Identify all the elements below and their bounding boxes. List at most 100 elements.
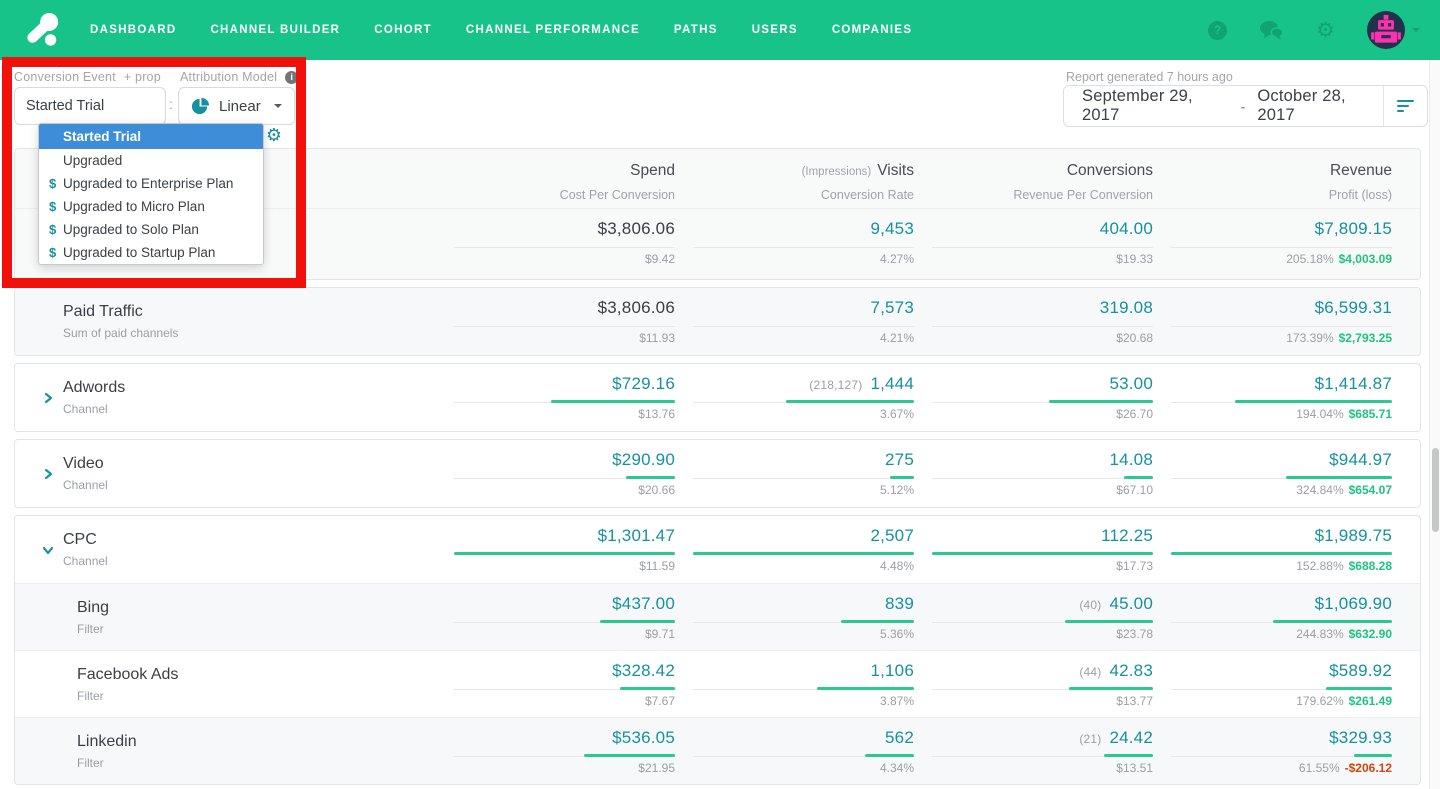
table-row[interactable]: Bing Filter $437.00 $9.71 839 5.36% (40) 45.00 $… xyxy=(15,583,1420,650)
cell-value[interactable]: 112.25 xyxy=(1101,526,1153,546)
nav-item-companies[interactable]: COMPANIES xyxy=(832,24,913,36)
metric-cell: 839 5.36% xyxy=(675,584,914,650)
cell-value[interactable]: $1,069.90 xyxy=(1315,594,1392,614)
event-settings-gear-icon[interactable]: ⚙ xyxy=(266,126,282,144)
nav-item-cohort[interactable]: COHORT xyxy=(374,24,432,36)
dropdown-item[interactable]: Upgraded xyxy=(39,149,263,172)
cell-value[interactable]: $328.42 xyxy=(612,661,675,681)
conversion-event-input[interactable] xyxy=(14,87,166,125)
cell-value[interactable]: $944.97 xyxy=(1329,450,1392,470)
cell-value[interactable]: 1,106 xyxy=(870,661,914,681)
top-nav: DASHBOARD CHANNEL BUILDER COHORT CHANNEL PE… xyxy=(0,0,1440,60)
cell-value[interactable]: $1,414.87 xyxy=(1315,374,1392,394)
cell-value[interactable]: 404.00 xyxy=(1100,219,1153,239)
collapse-chevron-icon[interactable] xyxy=(41,543,63,557)
cell-value[interactable]: $589.92 xyxy=(1329,661,1392,681)
cell-value-text: $6,599.31 xyxy=(1314,298,1392,317)
cell-value[interactable]: $729.16 xyxy=(612,374,675,394)
row-subtitle: Sum of paid channels xyxy=(63,326,179,340)
avatar[interactable] xyxy=(1367,11,1405,49)
row-titles: CPC Channel xyxy=(63,531,108,568)
cell-value[interactable]: $1,989.75 xyxy=(1315,526,1392,546)
cell-value-text: 839 xyxy=(885,594,914,613)
cell-subvalue: 4.34% xyxy=(880,761,914,775)
user-menu[interactable] xyxy=(1367,11,1420,49)
cell-value[interactable]: $290.90 xyxy=(612,450,675,470)
value-bar-fill xyxy=(693,552,914,555)
cell-value[interactable]: (21) 24.42 xyxy=(1079,728,1153,748)
cell-value[interactable]: $1,301.47 xyxy=(598,526,675,546)
cell-value[interactable]: (44) 42.83 xyxy=(1079,661,1153,681)
nav-item-channel-performance[interactable]: CHANNEL PERFORMANCE xyxy=(466,24,640,36)
value-bar xyxy=(932,620,1153,623)
row-subtitle: Channel xyxy=(63,554,108,568)
cell-value-text: $7,809.15 xyxy=(1314,219,1392,238)
cell-value[interactable]: $7,809.15 xyxy=(1315,219,1392,239)
info-icon[interactable]: i xyxy=(285,70,299,84)
cell-value[interactable]: 9,453 xyxy=(870,219,914,239)
cell-value[interactable]: $3,806.06 xyxy=(598,298,675,318)
settings-gear-icon[interactable]: ⚙ xyxy=(1316,20,1335,41)
cell-subvalue-text: $13.77 xyxy=(1116,694,1153,708)
row-title: Adwords xyxy=(63,379,126,396)
cell-value[interactable]: 2,507 xyxy=(870,526,914,546)
app-logo-icon[interactable] xyxy=(24,12,62,48)
cell-subvalue: $21.95 xyxy=(638,761,675,775)
cell-value[interactable]: (40) 45.00 xyxy=(1079,594,1153,614)
chat-icon[interactable] xyxy=(1259,20,1284,41)
table-row[interactable]: Facebook Ads Filter $328.42 $7.67 1,106 3.87%… xyxy=(15,650,1420,717)
cell-subvalue: $17.73 xyxy=(1116,559,1153,573)
metric-cell: 112.25 $17.73 xyxy=(914,516,1153,583)
cell-value[interactable]: (218,127) 1,444 xyxy=(809,374,914,394)
value-bar xyxy=(693,324,914,327)
column-title: Conversions xyxy=(914,162,1153,180)
cell-value[interactable]: 562 xyxy=(885,728,914,748)
table-row[interactable]: CPC Channel $1,301.47 $11.59 2,507 4.48% 112.2… xyxy=(15,516,1420,583)
nav-item-channel-builder[interactable]: CHANNEL BUILDER xyxy=(210,24,340,36)
add-property-link[interactable]: + prop xyxy=(124,70,161,84)
cell-value[interactable]: $437.00 xyxy=(612,594,675,614)
cell-subvalue: $67.10 xyxy=(1116,483,1153,497)
cell-value[interactable]: $536.05 xyxy=(612,728,675,748)
dropdown-item[interactable]: Started Trial xyxy=(39,124,263,149)
help-icon[interactable]: ? xyxy=(1208,20,1228,40)
cell-subvalue: $26.70 xyxy=(1116,407,1153,421)
dropdown-item[interactable]: $ Upgraded to Micro Plan xyxy=(39,195,263,218)
cell-value[interactable]: 275 xyxy=(885,450,914,470)
value-bar-fill xyxy=(1325,687,1392,690)
cell-value[interactable]: $6,599.31 xyxy=(1315,298,1392,318)
cell-value[interactable]: 839 xyxy=(885,594,914,614)
table-row[interactable]: Linkedin Filter $536.05 $21.95 562 4.34% (21) 2… xyxy=(15,717,1420,784)
cell-value[interactable]: $329.93 xyxy=(1329,728,1392,748)
cell-value[interactable]: 319.08 xyxy=(1100,298,1153,318)
dropdown-item[interactable]: $ Upgraded to Enterprise Plan xyxy=(39,172,263,195)
nav-item-dashboard[interactable]: DASHBOARD xyxy=(90,24,176,36)
row-subtitle: Filter xyxy=(77,755,104,770)
metric-cell: 319.08 $20.68 xyxy=(914,288,1153,355)
scrollbar-thumb[interactable] xyxy=(1431,448,1439,532)
nav-item-users[interactable]: USERS xyxy=(752,24,798,36)
column-subtitle: Profit (loss) xyxy=(1328,188,1392,202)
cell-value[interactable]: $3,806.06 xyxy=(598,219,675,239)
value-bar xyxy=(454,754,675,757)
filter-icon[interactable] xyxy=(1382,86,1427,126)
cell-value[interactable]: 14.08 xyxy=(1109,450,1153,470)
value-bar-fill xyxy=(1235,400,1392,403)
expand-chevron-icon[interactable] xyxy=(41,391,63,405)
column-header: Conversions Revenue Per Conversion xyxy=(914,162,1153,208)
dropdown-item[interactable]: $ Upgraded to Solo Plan xyxy=(39,218,263,241)
date-range-picker[interactable]: September 29, 2017 - October 28, 2017 xyxy=(1063,85,1428,127)
dropdown-item[interactable]: $ Upgraded to Startup Plan xyxy=(39,241,263,264)
cell-subvalue-text: $67.10 xyxy=(1116,483,1153,497)
expand-chevron-icon[interactable] xyxy=(41,467,63,481)
cell-subvalue-text: 244.83% xyxy=(1296,627,1344,641)
table-row[interactable]: Paid Traffic Sum of paid channels $3,806.0… xyxy=(15,288,1420,355)
profit-value: $654.07 xyxy=(1348,483,1392,497)
table-row[interactable]: Adwords Channel $729.16 $13.76 (218,127) 1,44… xyxy=(15,364,1420,431)
table-row[interactable]: Video Channel $290.90 $20.66 275 5.12% 14.08 $6… xyxy=(15,440,1420,507)
cell-value[interactable]: 53.00 xyxy=(1109,374,1153,394)
cell-value[interactable]: 7,573 xyxy=(870,298,914,318)
nav-item-paths[interactable]: PATHS xyxy=(674,24,718,36)
attribution-model-select[interactable]: Linear xyxy=(178,87,295,125)
profit-value: $685.71 xyxy=(1348,407,1392,421)
